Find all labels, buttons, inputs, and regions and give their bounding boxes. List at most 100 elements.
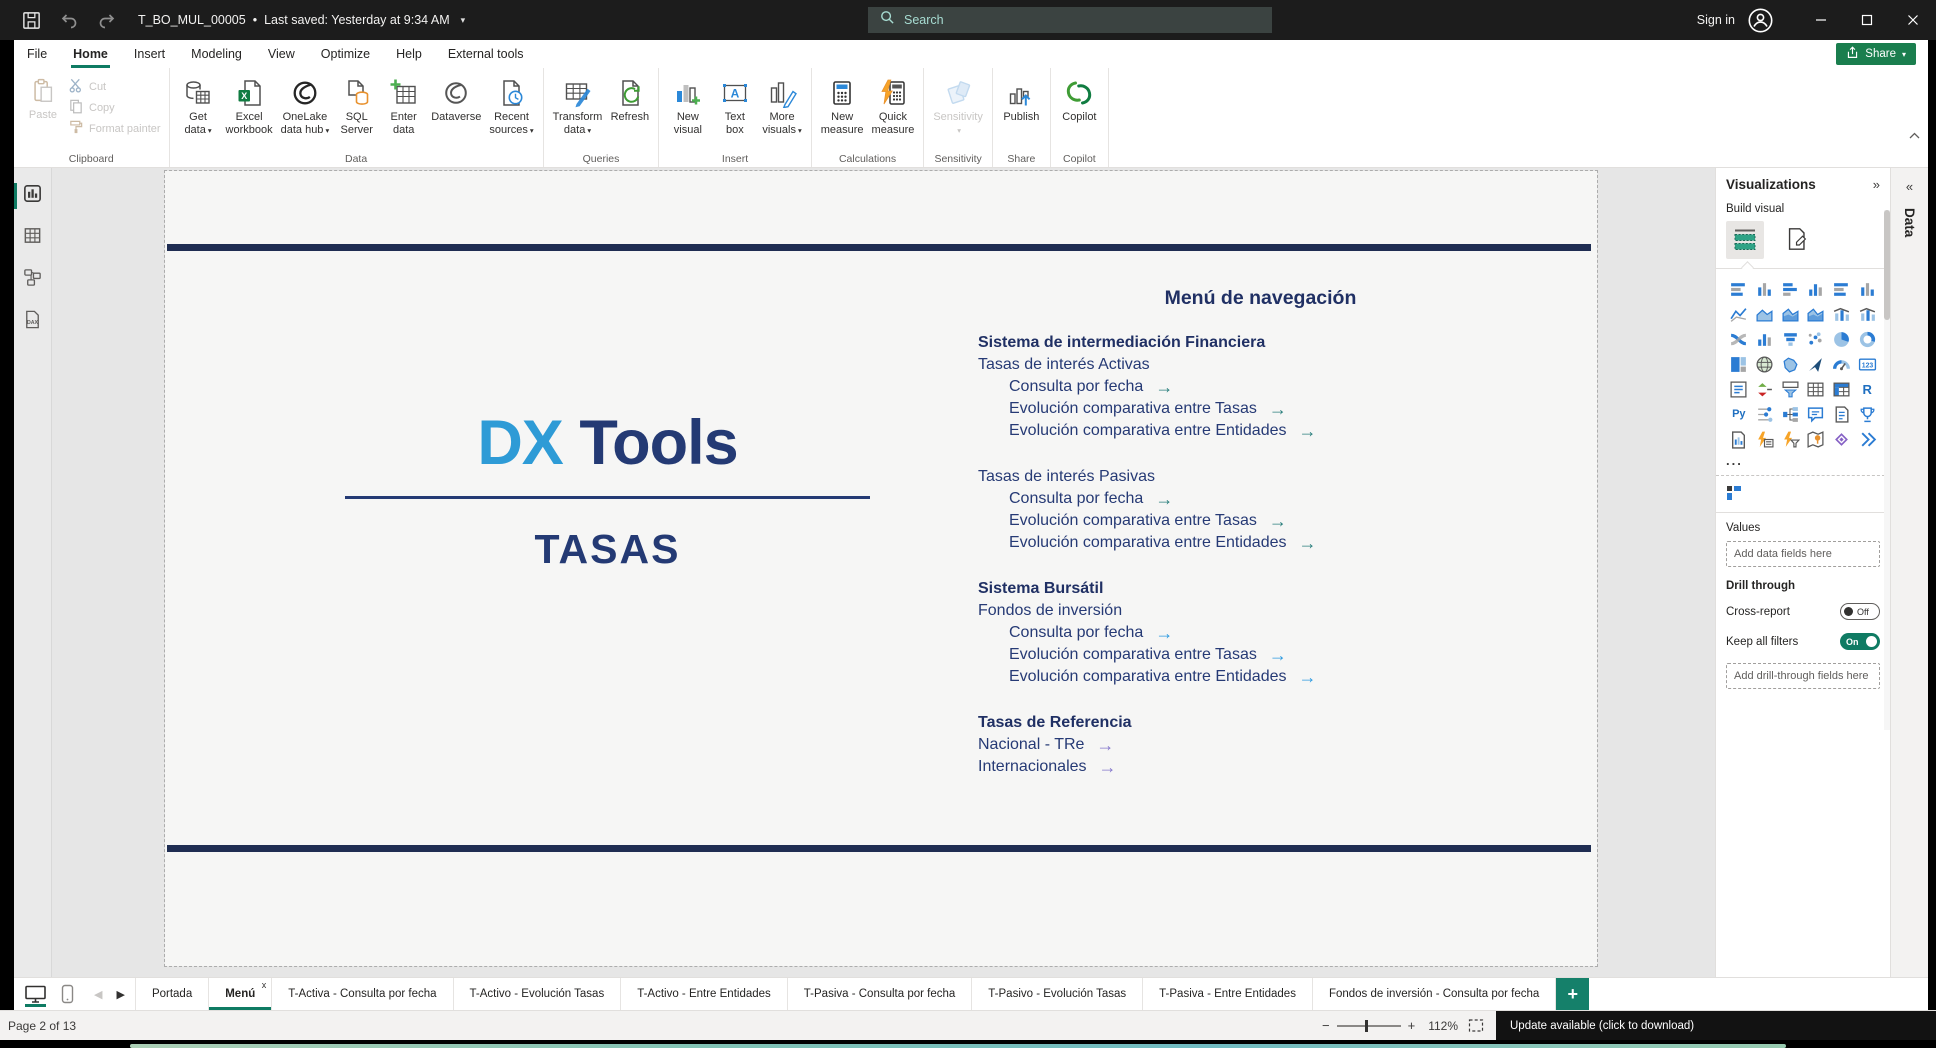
dax-query-view-button[interactable]: DAX bbox=[14, 307, 51, 337]
smart-narrative-icon[interactable] bbox=[1829, 404, 1855, 425]
nav-link-consulta-por-fecha[interactable]: Consulta por fecha→ bbox=[978, 376, 1543, 398]
metrics-icon[interactable] bbox=[1854, 404, 1880, 425]
menu-item-modeling[interactable]: Modeling bbox=[178, 40, 255, 68]
close-tab-icon[interactable]: x bbox=[262, 980, 267, 990]
paste-button[interactable]: Paste bbox=[20, 73, 66, 121]
more-visuals-button[interactable]: Morevisuals▾ bbox=[758, 73, 805, 137]
key-influencers-icon[interactable] bbox=[1752, 404, 1778, 425]
model-view-button[interactable] bbox=[14, 265, 51, 295]
sql-server-button[interactable]: SQLServer bbox=[333, 73, 380, 137]
line-chart-icon[interactable] bbox=[1726, 304, 1752, 325]
zoom-slider-thumb[interactable] bbox=[1365, 1020, 1368, 1032]
pie-chart-icon[interactable] bbox=[1829, 329, 1855, 350]
viz-scrollbar-thumb[interactable] bbox=[1884, 210, 1890, 320]
waterfall-chart-icon[interactable] bbox=[1752, 329, 1778, 350]
redo-icon[interactable] bbox=[92, 6, 122, 34]
slicer-icon[interactable] bbox=[1777, 379, 1803, 400]
sensitivity-button[interactable]: Sensitivity▾ bbox=[929, 73, 987, 137]
page-tab-t-pasiva-entre-entidades[interactable]: T-Pasiva - Entre Entidades bbox=[1142, 978, 1312, 1010]
map-icon[interactable] bbox=[1752, 354, 1778, 375]
matrix-icon[interactable] bbox=[1829, 379, 1855, 400]
close-button[interactable] bbox=[1890, 0, 1936, 40]
scroll-tabs-right-icon[interactable]: ▶ bbox=[116, 988, 124, 1001]
report-view-button[interactable] bbox=[14, 181, 51, 211]
format-painter-button[interactable]: Format painter bbox=[68, 119, 161, 138]
update-available-banner[interactable]: Update available (click to download) bbox=[1496, 1011, 1936, 1041]
fast-forward-custom-visual-icon[interactable] bbox=[1854, 429, 1880, 450]
collapse-ribbon-icon[interactable] bbox=[1909, 126, 1920, 144]
transform-data-button[interactable]: Transformdata▾ bbox=[549, 73, 607, 137]
account-avatar[interactable] bbox=[1747, 7, 1774, 34]
get-more-visuals-button[interactable]: ... bbox=[1726, 453, 1880, 468]
stacked-bar-chart-icon[interactable] bbox=[1726, 279, 1752, 300]
search-box[interactable] bbox=[868, 7, 1272, 33]
report-canvas[interactable]: DX Tools TASAS Menú de navegación Sistem… bbox=[52, 168, 1715, 977]
recent-sources-button[interactable]: Recentsources▾ bbox=[485, 73, 537, 137]
menu-item-home[interactable]: Home bbox=[60, 40, 121, 68]
stacked-column-chart-icon[interactable] bbox=[1752, 279, 1778, 300]
menu-item-help[interactable]: Help bbox=[383, 40, 435, 68]
nav-link-nacional-tre[interactable]: Nacional - TRe→ bbox=[978, 734, 1543, 756]
sign-in-link[interactable]: Sign in bbox=[1697, 13, 1735, 27]
copilot-button[interactable]: Copilot bbox=[1056, 73, 1103, 124]
quick-measure-button[interactable]: Quickmeasure bbox=[868, 73, 919, 137]
menu-item-insert[interactable]: Insert bbox=[121, 40, 178, 68]
data-pane-label[interactable]: Data bbox=[1902, 208, 1917, 237]
nav-link-consulta-por-fecha[interactable]: Consulta por fecha→ bbox=[978, 488, 1543, 510]
page-tab-t-pasiva-consulta-por-fecha[interactable]: T-Pasiva - Consulta por fecha bbox=[787, 978, 972, 1010]
viz-scrollbar[interactable] bbox=[1884, 210, 1890, 730]
page-tab-t-activo-entre-entidades[interactable]: T-Activo - Entre Entidades bbox=[620, 978, 787, 1010]
nav-link-consulta-por-fecha[interactable]: Consulta por fecha→ bbox=[978, 622, 1543, 644]
zoom-in-button[interactable]: + bbox=[1401, 1018, 1423, 1033]
ribbon-chart-icon[interactable] bbox=[1726, 329, 1752, 350]
100-stacked-bar-chart-icon[interactable] bbox=[1829, 279, 1855, 300]
donut-chart-icon[interactable] bbox=[1854, 329, 1880, 350]
expand-data-pane-icon[interactable]: « bbox=[1906, 179, 1913, 194]
scroll-tabs-left-icon[interactable]: ◀ bbox=[94, 988, 102, 1001]
clustered-column-chart-icon[interactable] bbox=[1803, 279, 1829, 300]
zoom-slider[interactable] bbox=[1337, 1025, 1401, 1027]
report-page[interactable]: DX Tools TASAS Menú de navegación Sistem… bbox=[165, 171, 1597, 966]
excel-workbook-button[interactable]: XExcelworkbook bbox=[222, 73, 277, 137]
100-stacked-area-chart-icon[interactable] bbox=[1803, 304, 1829, 325]
diamond-custom-visual-icon[interactable] bbox=[1829, 429, 1855, 450]
r-script-visual-icon[interactable]: R bbox=[1854, 379, 1880, 400]
line-and-stacked-column-chart-icon[interactable] bbox=[1829, 304, 1855, 325]
new-page-button[interactable]: + bbox=[1556, 978, 1589, 1010]
paginated-report-icon[interactable] bbox=[1726, 429, 1752, 450]
collapse-pane-icon[interactable]: » bbox=[1873, 177, 1880, 192]
cross-report-toggle[interactable]: Off bbox=[1840, 603, 1880, 620]
save-icon[interactable] bbox=[16, 6, 46, 34]
nav-link-evoluci-n-comparativa-entre-entidades[interactable]: Evolución comparativa entre Entidades→ bbox=[978, 666, 1543, 688]
zoom-out-button[interactable]: − bbox=[1315, 1018, 1337, 1033]
nav-link-internacionales[interactable]: Internacionales→ bbox=[978, 756, 1543, 778]
nav-link-evoluci-n-comparativa-entre-tasas[interactable]: Evolución comparativa entre Tasas→ bbox=[978, 510, 1543, 532]
power-apps-icon[interactable] bbox=[1752, 429, 1778, 450]
page-tab-t-activa-consulta-por-fecha[interactable]: T-Activa - Consulta por fecha bbox=[271, 978, 452, 1010]
fit-to-page-icon[interactable] bbox=[1468, 1018, 1484, 1033]
get-data-button[interactable]: Getdata▾ bbox=[175, 73, 222, 137]
table-icon[interactable] bbox=[1803, 379, 1829, 400]
copy-button[interactable]: Copy bbox=[68, 98, 161, 117]
decomposition-tree-icon[interactable] bbox=[1777, 404, 1803, 425]
maximize-button[interactable] bbox=[1844, 0, 1890, 40]
publish-button[interactable]: Publish bbox=[998, 73, 1045, 124]
share-button[interactable]: Share ▾ bbox=[1836, 43, 1916, 65]
enter-data-button[interactable]: Enterdata bbox=[380, 73, 427, 137]
page-tab-portada[interactable]: Portada bbox=[135, 978, 208, 1010]
scatter-chart-icon[interactable] bbox=[1803, 329, 1829, 350]
dataverse-button[interactable]: Dataverse bbox=[427, 73, 485, 137]
add-drill-through-fields-dropzone[interactable]: Add drill-through fields here bbox=[1726, 663, 1880, 689]
text-box-button[interactable]: ATextbox bbox=[711, 73, 758, 137]
kpi-icon[interactable] bbox=[1752, 379, 1778, 400]
search-input[interactable] bbox=[904, 13, 1260, 27]
menu-item-file[interactable]: File bbox=[14, 40, 60, 68]
page-tab-men[interactable]: Menúx bbox=[208, 978, 271, 1010]
new-visual-button[interactable]: Newvisual bbox=[664, 73, 711, 137]
nav-link-evoluci-n-comparativa-entre-entidades[interactable]: Evolución comparativa entre Entidades→ bbox=[978, 420, 1543, 442]
clustered-bar-chart-icon[interactable] bbox=[1777, 279, 1803, 300]
cut-button[interactable]: Cut bbox=[68, 77, 161, 96]
q-and-a-icon[interactable] bbox=[1803, 404, 1829, 425]
card-icon[interactable]: 123 bbox=[1854, 354, 1880, 375]
minimize-button[interactable] bbox=[1798, 0, 1844, 40]
